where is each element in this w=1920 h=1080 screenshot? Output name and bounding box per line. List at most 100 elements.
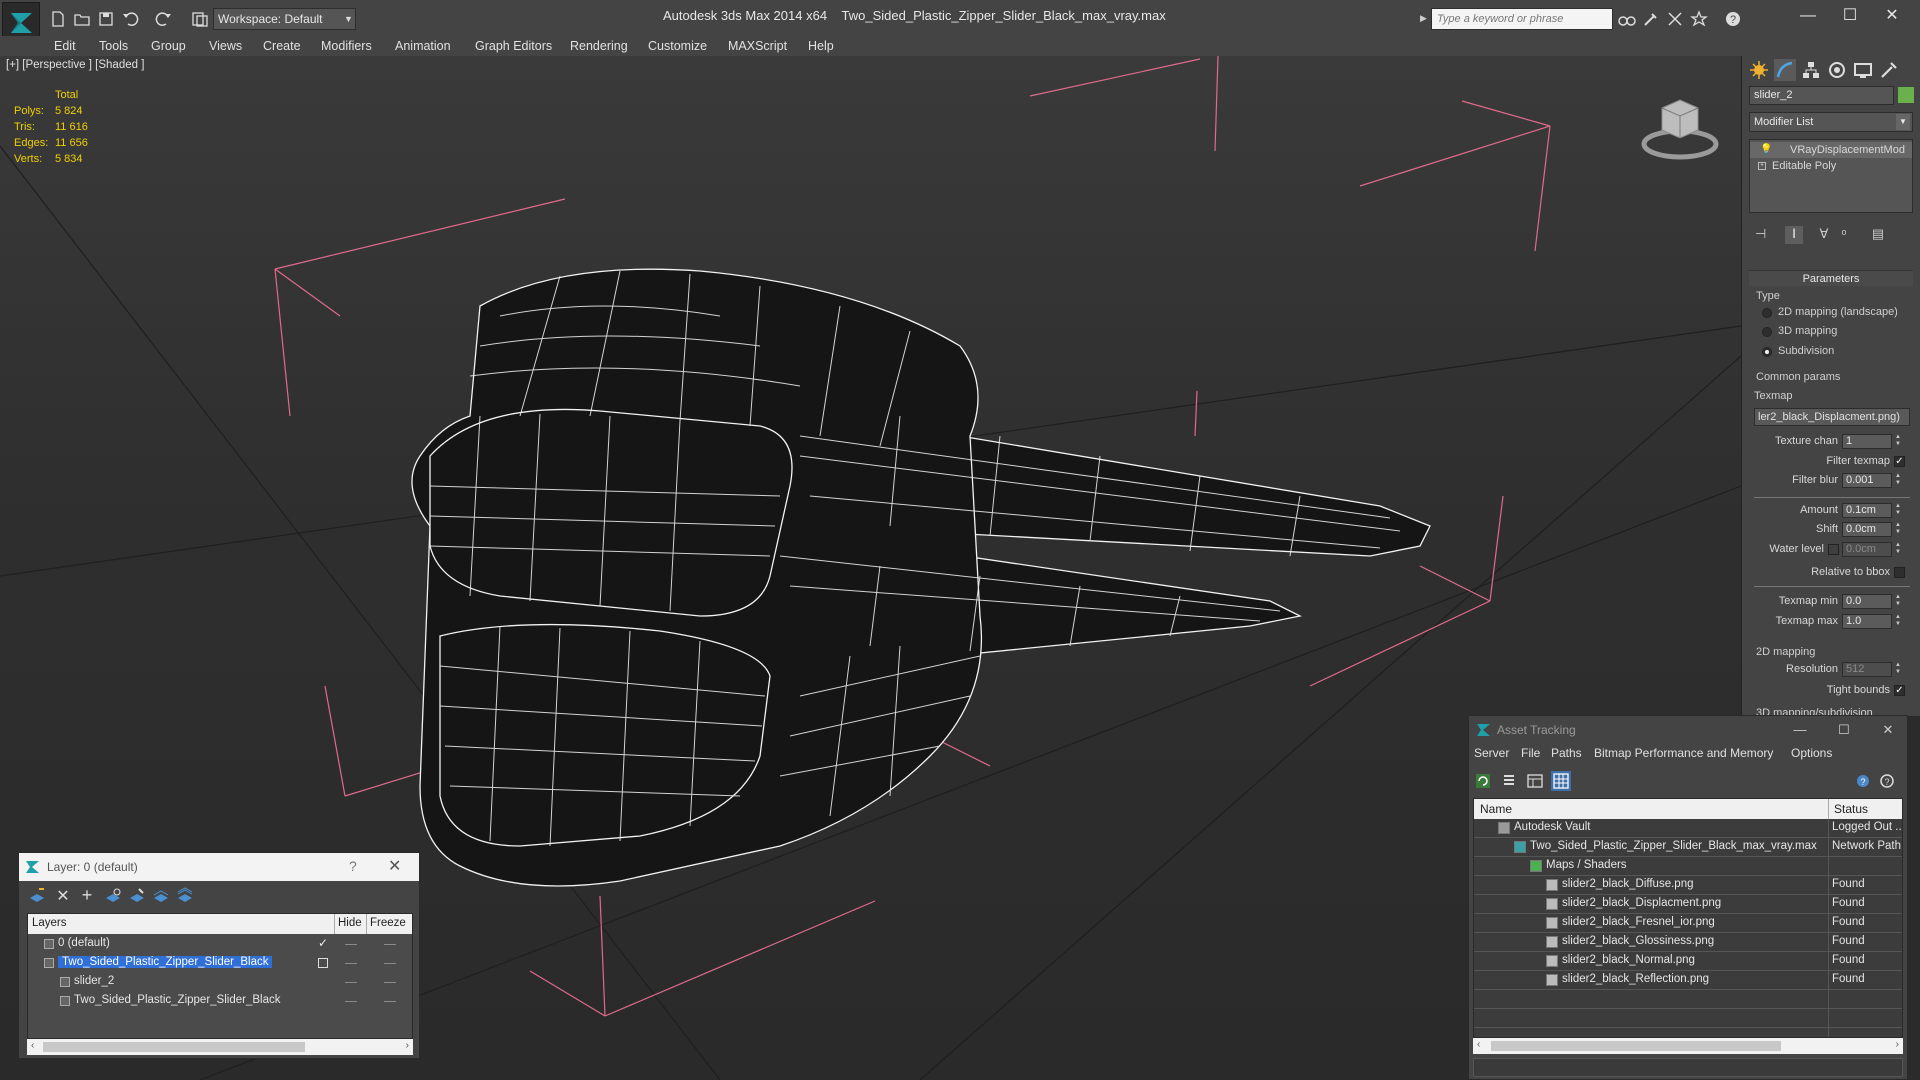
spinner-arrows-icon[interactable]: ▲ ▼ (1894, 473, 1902, 488)
layer-row[interactable]: slider_2 (28, 973, 412, 992)
horizontal-scrollbar[interactable]: ‹ › (1473, 1038, 1903, 1054)
maximize-button[interactable]: ☐ (1831, 720, 1857, 740)
close-button[interactable]: ✕ (1872, 4, 1912, 28)
column-header-hide[interactable]: Hide (338, 917, 362, 929)
menu-edit[interactable]: Edit (54, 36, 76, 56)
chevron-left-icon[interactable]: ‹ (1477, 1039, 1480, 1050)
hierarchy-tab-icon[interactable] (1800, 59, 1822, 81)
tight-bounds-checkbox[interactable]: ✓ (1894, 685, 1905, 696)
column-header-name[interactable]: Name (1480, 802, 1512, 816)
hide-toggle[interactable] (345, 982, 357, 983)
communication-center-icon[interactable] (1666, 10, 1684, 28)
modifier-list-dropdown[interactable]: Modifier List ▼ (1749, 112, 1913, 132)
menu-file[interactable]: File (1521, 746, 1540, 760)
radio-3d-mapping[interactable] (1762, 327, 1772, 337)
make-unique-icon[interactable]: ∀ (1815, 226, 1833, 244)
remove-modifier-icon[interactable]: ᵒ (1835, 226, 1853, 244)
menu-tools[interactable]: Tools (99, 36, 128, 56)
chevron-down-icon[interactable]: ▼ (344, 8, 358, 30)
minimize-button[interactable]: — (1788, 4, 1828, 28)
table-row[interactable]: slider2_black_Reflection.png Found (1474, 971, 1902, 990)
column-header-status[interactable]: Status (1834, 802, 1868, 816)
lightbulb-icon[interactable]: 💡 (1760, 142, 1772, 158)
maximize-button[interactable]: ☐ (1830, 4, 1870, 28)
water-level-spinner[interactable]: 0.0cm (1842, 542, 1892, 557)
create-layer-icon[interactable] (27, 886, 47, 906)
layer-row[interactable]: 0 (default) ✓ (28, 935, 412, 954)
refresh-icon[interactable] (1473, 771, 1493, 791)
spinner-arrows-icon[interactable]: ▲ ▼ (1894, 434, 1902, 449)
search-input[interactable]: Type a keyword or phrase (1431, 8, 1613, 30)
hide-toggle[interactable] (345, 1001, 357, 1002)
freeze-toggle[interactable] (384, 1001, 396, 1002)
modify-tab-icon[interactable] (1774, 59, 1796, 81)
menu-rendering[interactable]: Rendering (570, 36, 628, 56)
texmap-min-spinner[interactable]: 0.0 (1842, 594, 1892, 609)
menu-views[interactable]: Views (209, 36, 242, 56)
select-in-layer-icon[interactable] (103, 886, 123, 906)
freeze-toggle[interactable] (384, 944, 396, 945)
highlight-layer-icon[interactable] (127, 886, 147, 906)
open-file-icon[interactable] (72, 9, 92, 29)
menu-maxscript[interactable]: MAXScript (728, 36, 787, 56)
expand-plus-icon[interactable]: + (1758, 162, 1766, 170)
help-button[interactable]: ? (349, 858, 357, 874)
scrollbar-thumb[interactable] (43, 1042, 305, 1052)
column-header-layers[interactable]: Layers (32, 917, 67, 929)
table-row[interactable]: slider2_black_Glossiness.png Found (1474, 933, 1902, 952)
menu-modifiers[interactable]: Modifiers (321, 36, 372, 56)
menu-create[interactable]: Create (263, 36, 301, 56)
radio-subdivision[interactable] (1762, 347, 1772, 357)
shift-spinner[interactable]: 0.0cm (1842, 522, 1892, 537)
utilities-tab-icon[interactable] (1878, 59, 1900, 81)
menu-graph-editors[interactable]: Graph Editors (475, 36, 552, 56)
create-tab-icon[interactable] (1748, 59, 1770, 81)
chevron-left-icon[interactable]: ‹ (31, 1040, 34, 1051)
undo-icon[interactable] (120, 9, 140, 29)
table-row[interactable]: Autodesk Vault Logged Out .. (1474, 819, 1902, 838)
layer-manager-titlebar[interactable]: Layer: 0 (default) ? ✕ (19, 853, 419, 881)
minimize-button[interactable]: — (1787, 720, 1813, 740)
hide-toggle[interactable] (345, 963, 357, 964)
workspace-dropdown[interactable]: Workspace: Default (213, 8, 356, 30)
delete-layer-icon[interactable]: ✕ (53, 886, 73, 906)
spinner-arrows-icon[interactable]: ▲ ▼ (1894, 614, 1902, 629)
menu-server[interactable]: Server (1474, 746, 1509, 760)
menu-group[interactable]: Group (151, 36, 186, 56)
binoculars-icon[interactable] (1618, 10, 1636, 28)
set-current-layer-box[interactable] (318, 958, 328, 968)
new-file-icon[interactable] (48, 9, 68, 29)
help-icon[interactable]: ? (1724, 10, 1742, 28)
favorites-star-icon[interactable] (1690, 10, 1708, 28)
asset-tracking-titlebar[interactable]: Asset Tracking — ☐ ✕ (1469, 716, 1907, 744)
show-end-result-icon[interactable]: Ⅰ (1785, 226, 1803, 244)
filter-blur-spinner[interactable]: 0.001 (1842, 473, 1892, 488)
texmap-max-spinner[interactable]: 1.0 (1842, 614, 1892, 629)
help-icon[interactable]: ? (1877, 771, 1897, 791)
list-view-icon[interactable] (1499, 771, 1519, 791)
freeze-toggle[interactable] (384, 982, 396, 983)
save-file-icon[interactable] (96, 9, 116, 29)
menu-options[interactable]: Options (1791, 746, 1832, 760)
stack-item-editable-poly[interactable]: + Editable Poly (1750, 158, 1912, 174)
horizontal-scrollbar[interactable]: ‹ › (27, 1039, 413, 1055)
layer-row[interactable]: Two_Sided_Plastic_Zipper_Slider_Black (28, 992, 412, 1011)
viewcube-icon[interactable] (1640, 86, 1720, 169)
chevron-right-icon[interactable]: › (406, 1040, 409, 1051)
menu-customize[interactable]: Customize (648, 36, 707, 56)
project-folder-icon[interactable] (190, 9, 210, 29)
menu-help[interactable]: Help (808, 36, 834, 56)
spinner-arrows-icon[interactable]: ▲ ▼ (1894, 503, 1902, 518)
motion-tab-icon[interactable] (1826, 59, 1848, 81)
close-button[interactable]: ✕ (1875, 720, 1901, 740)
add-to-layer-icon[interactable]: + (77, 886, 97, 906)
active-layer-check-icon[interactable]: ✓ (318, 936, 328, 950)
parameters-rollout-title[interactable]: Parameters (1749, 270, 1913, 286)
menu-paths[interactable]: Paths (1551, 746, 1582, 760)
close-button[interactable]: ✕ (388, 856, 401, 876)
table-view-icon[interactable] (1551, 771, 1571, 791)
menu-animation[interactable]: Animation (395, 36, 451, 56)
relative-bbox-checkbox[interactable] (1894, 567, 1905, 578)
subscription-icon[interactable] (1642, 10, 1660, 28)
column-header-freeze[interactable]: Freeze (370, 917, 406, 929)
